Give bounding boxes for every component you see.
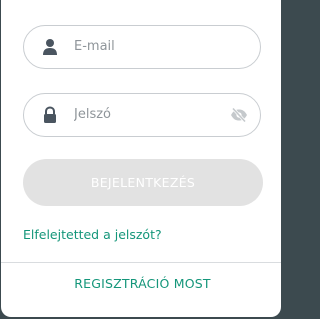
eye-slash-icon[interactable] xyxy=(230,107,248,123)
user-icon xyxy=(42,38,58,56)
password-field-wrapper[interactable] xyxy=(23,93,261,137)
email-field-wrapper[interactable] xyxy=(23,25,261,69)
forgot-password-link[interactable]: Elfelejtetted a jelszót? xyxy=(23,227,162,242)
lock-icon xyxy=(42,106,58,124)
login-button[interactable]: BEJELENTKEZÉS xyxy=(23,159,263,206)
password-input[interactable] xyxy=(74,94,234,136)
login-card: BEJELENTKEZÉS Elfelejtetted a jelszót? R… xyxy=(1,0,281,317)
email-input[interactable] xyxy=(74,26,234,68)
register-link[interactable]: REGISZTRÁCIÓ MOST xyxy=(1,276,284,291)
divider xyxy=(1,262,281,263)
